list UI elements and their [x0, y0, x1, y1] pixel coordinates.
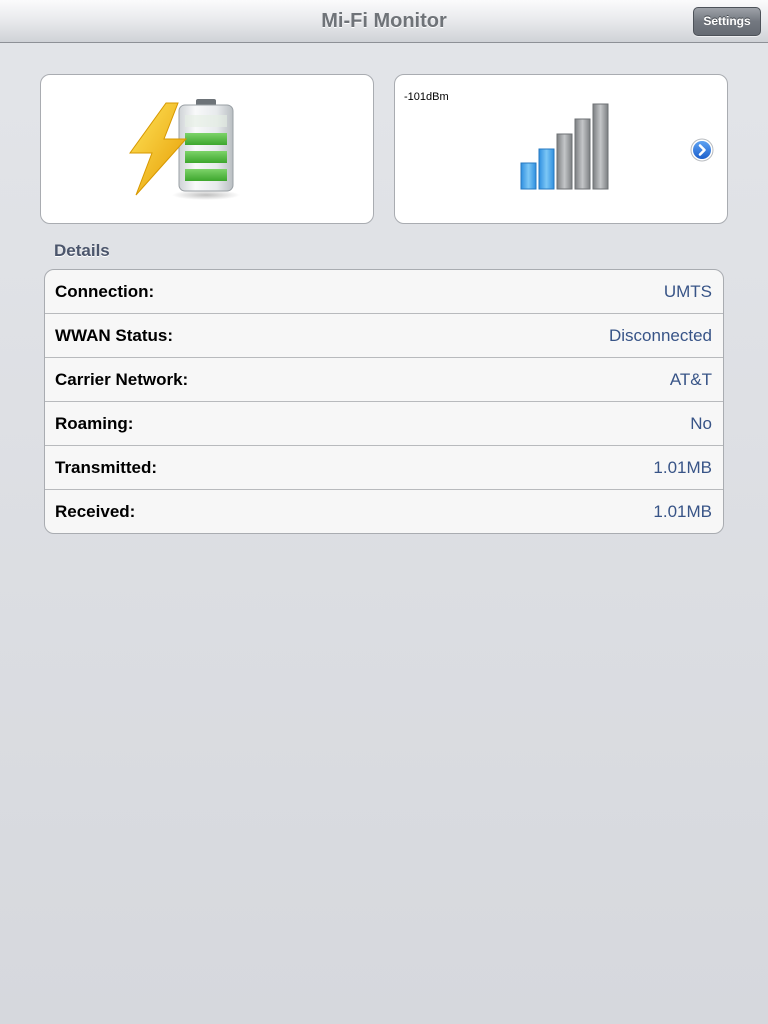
row-label: Received: [55, 502, 136, 521]
details-section-header: Details [54, 241, 110, 260]
signal-bar-4 [574, 118, 591, 190]
table-row-received: Received: 1.01MB [45, 490, 723, 533]
row-label: Transmitted: [55, 458, 158, 477]
row-value: 1.01MB [653, 458, 712, 477]
row-label: Connection: [55, 282, 155, 301]
navigation-bar: Mi-Fi Monitor Settings [0, 0, 768, 43]
signal-bar-1 [520, 162, 537, 190]
signal-bar-2 [538, 148, 555, 190]
row-value: No [690, 414, 712, 433]
row-value: 1.01MB [653, 502, 712, 521]
row-value: Disconnected [608, 326, 712, 345]
signal-card[interactable]: -101dBm [394, 74, 728, 224]
signal-strength-icon [520, 103, 609, 190]
table-row-roaming: Roaming: No [45, 402, 723, 446]
settings-button[interactable]: Settings [693, 7, 761, 36]
table-row-connection: Connection: UMTS [45, 270, 723, 314]
details-table: Connection: UMTS WWAN Status: Disconnect… [44, 269, 724, 534]
signal-bar-3 [556, 133, 573, 190]
chevron-right-circle-icon[interactable] [690, 138, 714, 162]
table-row-wwan-status: WWAN Status: Disconnected [45, 314, 723, 358]
row-value: AT&T [669, 370, 712, 389]
battery-card [40, 74, 374, 224]
row-label: Carrier Network: [55, 370, 189, 389]
table-row-carrier-network: Carrier Network: AT&T [45, 358, 723, 402]
page-title: Mi-Fi Monitor [321, 10, 447, 32]
row-label: WWAN Status: [55, 326, 174, 345]
signal-strength-readout: -101dBm [404, 91, 449, 103]
row-label: Roaming: [55, 414, 134, 433]
battery-charging-icon [129, 99, 240, 200]
signal-bar-5 [592, 103, 609, 190]
row-value: UMTS [663, 282, 712, 301]
table-row-transmitted: Transmitted: 1.01MB [45, 446, 723, 490]
